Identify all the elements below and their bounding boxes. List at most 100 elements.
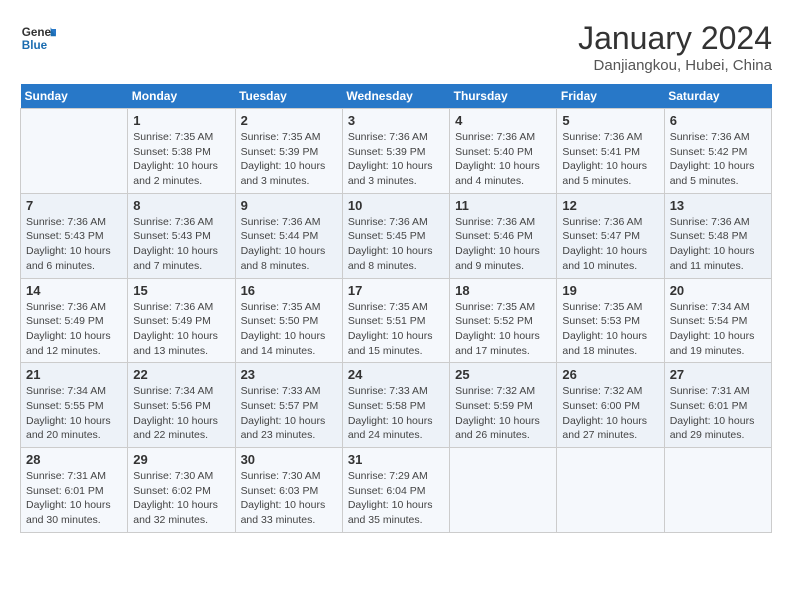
calendar-cell: 3Sunrise: 7:36 AMSunset: 5:39 PMDaylight… [342,109,449,194]
day-info: Sunrise: 7:36 AM Sunset: 5:46 PM Daylight:… [455,215,551,274]
calendar-cell: 2 Sunrise: 7:35 AMSunset: 5:39 PMDaylight… [235,109,342,194]
calendar-cell: 16Sunrise: 7:35 AMSunset: 5:50 PMDayligh… [235,278,342,363]
day-info-line: Sunrise: 7:36 AM [455,216,535,228]
day-info-line: Daylight: 10 hours [348,160,433,172]
day-info: Sunrise: 7:35 AMSunset: 5:39 PMDaylight:… [241,130,337,189]
calendar-cell: 20Sunrise: 7:34 AMSunset: 5:54 PMDayligh… [664,278,771,363]
day-info-line: Daylight: 10 hours [133,499,218,511]
day-info-line: Daylight: 10 hours [133,245,218,257]
day-info-line: Sunset: 5:39 PM [348,146,426,158]
day-info-line: and 30 minutes. [26,514,101,526]
day-info-line: Sunrise: 7:35 AM [241,131,321,143]
day-info-line: Daylight: 10 hours [455,245,540,257]
day-info-line: Sunrise: 7:36 AM [562,216,642,228]
day-info-line: and 27 minutes. [562,429,637,441]
day-info-line: Sunset: 6:02 PM [133,485,211,497]
day-info-line: and 24 minutes. [348,429,423,441]
day-info-line: Daylight: 10 hours [241,499,326,511]
day-info-line: Daylight: 10 hours [562,245,647,257]
day-info-line: Sunrise: 7:35 AM [455,301,535,313]
day-info-line: Sunset: 5:57 PM [241,400,319,412]
day-info-line: Sunset: 5:52 PM [455,315,533,327]
day-info-line: Daylight: 10 hours [241,330,326,342]
day-number: 19 [562,283,658,298]
calendar-subtitle: Danjiangkou, Hubei, China [578,57,772,74]
day-info-line: Sunset: 6:03 PM [241,485,319,497]
day-info-line: and 14 minutes. [241,345,316,357]
day-info-line: Sunrise: 7:36 AM [348,216,428,228]
day-info-line: Daylight: 10 hours [26,245,111,257]
day-info: Sunrise: 7:35 AMSunset: 5:50 PMDaylight:… [241,300,337,359]
day-number: 2 [241,113,337,128]
day-number: 28 [26,452,122,467]
calendar-cell: 6Sunrise: 7:36 AMSunset: 5:42 PMDaylight… [664,109,771,194]
calendar-cell [21,109,128,194]
day-info-line: and 15 minutes. [348,345,423,357]
calendar-cell: 5 Sunrise: 7:36 AMSunset: 5:41 PMDaylight… [557,109,664,194]
day-info-line: and 35 minutes. [348,514,423,526]
calendar-cell: 23Sunrise: 7:33 AMSunset: 5:57 PMDayligh… [235,363,342,448]
day-number: 4 [455,113,551,128]
day-info-line: and 12 minutes. [26,345,101,357]
day-number: 9 [241,198,337,213]
day-info-line: and 26 minutes. [455,429,530,441]
day-info-line: Sunset: 5:44 PM [241,230,319,242]
day-info-line: Sunrise: 7:36 AM [133,216,213,228]
logo: General Blue [20,20,56,56]
dow-header-tuesday: Tuesday [235,84,342,109]
calendar-cell: 4Sunrise: 7:36 AMSunset: 5:40 PMDaylight… [450,109,557,194]
day-info-line: and 5 minutes. [562,175,631,187]
day-info-line: Daylight: 10 hours [670,160,755,172]
day-info: Sunrise: 7:35 AMSunset: 5:38 PMDaylight:… [133,130,229,189]
day-info-line: and 11 minutes. [670,260,744,272]
day-number: 17 [348,283,444,298]
day-info: Sunrise: 7:36 AMSunset: 5:49 PMDaylight:… [133,300,229,359]
title-block: January 2024 Danjiangkou, Hubei, China [578,20,772,74]
calendar-week-4: 21Sunrise: 7:34 AMSunset: 5:55 PMDayligh… [21,363,772,448]
day-info: Sunrise: 7:34 AMSunset: 5:56 PMDaylight:… [133,384,229,443]
day-info-line: Daylight: 10 hours [562,160,647,172]
dow-header-friday: Friday [557,84,664,109]
day-info: Sunrise: 7:33 AMSunset: 5:58 PMDaylight:… [348,384,444,443]
day-info: Sunrise: 7:36 AMSunset: 5:49 PMDaylight:… [26,300,122,359]
day-info-line: Daylight: 10 hours [26,499,111,511]
day-number: 15 [133,283,229,298]
day-info-line: Daylight: 10 hours [241,245,326,257]
day-info-line: and 17 minutes. [455,345,530,357]
day-info-line: Sunset: 5:55 PM [26,400,104,412]
calendar-cell: 12 Sunrise: 7:36 AM Sunset: 5:47 PM Dayligh… [557,193,664,278]
day-info-line: Sunset: 5:45 PM [348,230,426,242]
day-info-line: Sunset: 5:53 PM [562,315,640,327]
day-info-line: Sunrise: 7:32 AM [562,385,642,397]
day-info: Sunrise: 7:36 AMSunset: 5:42 PMDaylight:… [670,130,766,189]
calendar-cell: 18Sunrise: 7:35 AMSunset: 5:52 PMDayligh… [450,278,557,363]
day-info: Sunrise: 7:36 AMSunset: 5:41 PMDaylight:… [562,130,658,189]
day-info-line: Sunrise: 7:33 AM [241,385,321,397]
day-info-line: Sunset: 5:40 PM [455,146,533,158]
day-info-line: Sunrise: 7:36 AM [670,216,750,228]
day-info-line: Sunset: 5:59 PM [455,400,533,412]
day-info-line: and 10 minutes. [562,260,637,272]
day-number: 5 [562,113,658,128]
day-number: 31 [348,452,444,467]
day-info-line: Sunrise: 7:35 AM [241,301,321,313]
day-info-line: Sunrise: 7:36 AM [133,301,213,313]
day-info-line: Sunset: 5:41 PM [562,146,640,158]
logo-icon: General Blue [20,20,56,56]
day-number: 14 [26,283,122,298]
day-info-line: Daylight: 10 hours [670,245,755,257]
day-info: Sunrise: 7:29 AMSunset: 6:04 PMDaylight:… [348,469,444,528]
calendar-cell: 28Sunrise: 7:31 AMSunset: 6:01 PMDayligh… [21,448,128,533]
day-number: 12 [562,198,658,213]
day-info-line: Sunset: 5:47 PM [562,230,640,242]
day-info-line: Daylight: 10 hours [562,330,647,342]
day-info-line: Sunset: 5:51 PM [348,315,426,327]
day-info-line: Sunrise: 7:34 AM [670,301,750,313]
calendar-cell: 1Sunrise: 7:35 AMSunset: 5:38 PMDaylight… [128,109,235,194]
day-info-line: Sunset: 6:04 PM [348,485,426,497]
day-info-line: Daylight: 10 hours [348,415,433,427]
day-info-line: Sunset: 5:46 PM [455,230,533,242]
day-info-line: Sunset: 5:48 PM [670,230,748,242]
day-info-line: Sunset: 5:49 PM [133,315,211,327]
day-number: 27 [670,367,766,382]
